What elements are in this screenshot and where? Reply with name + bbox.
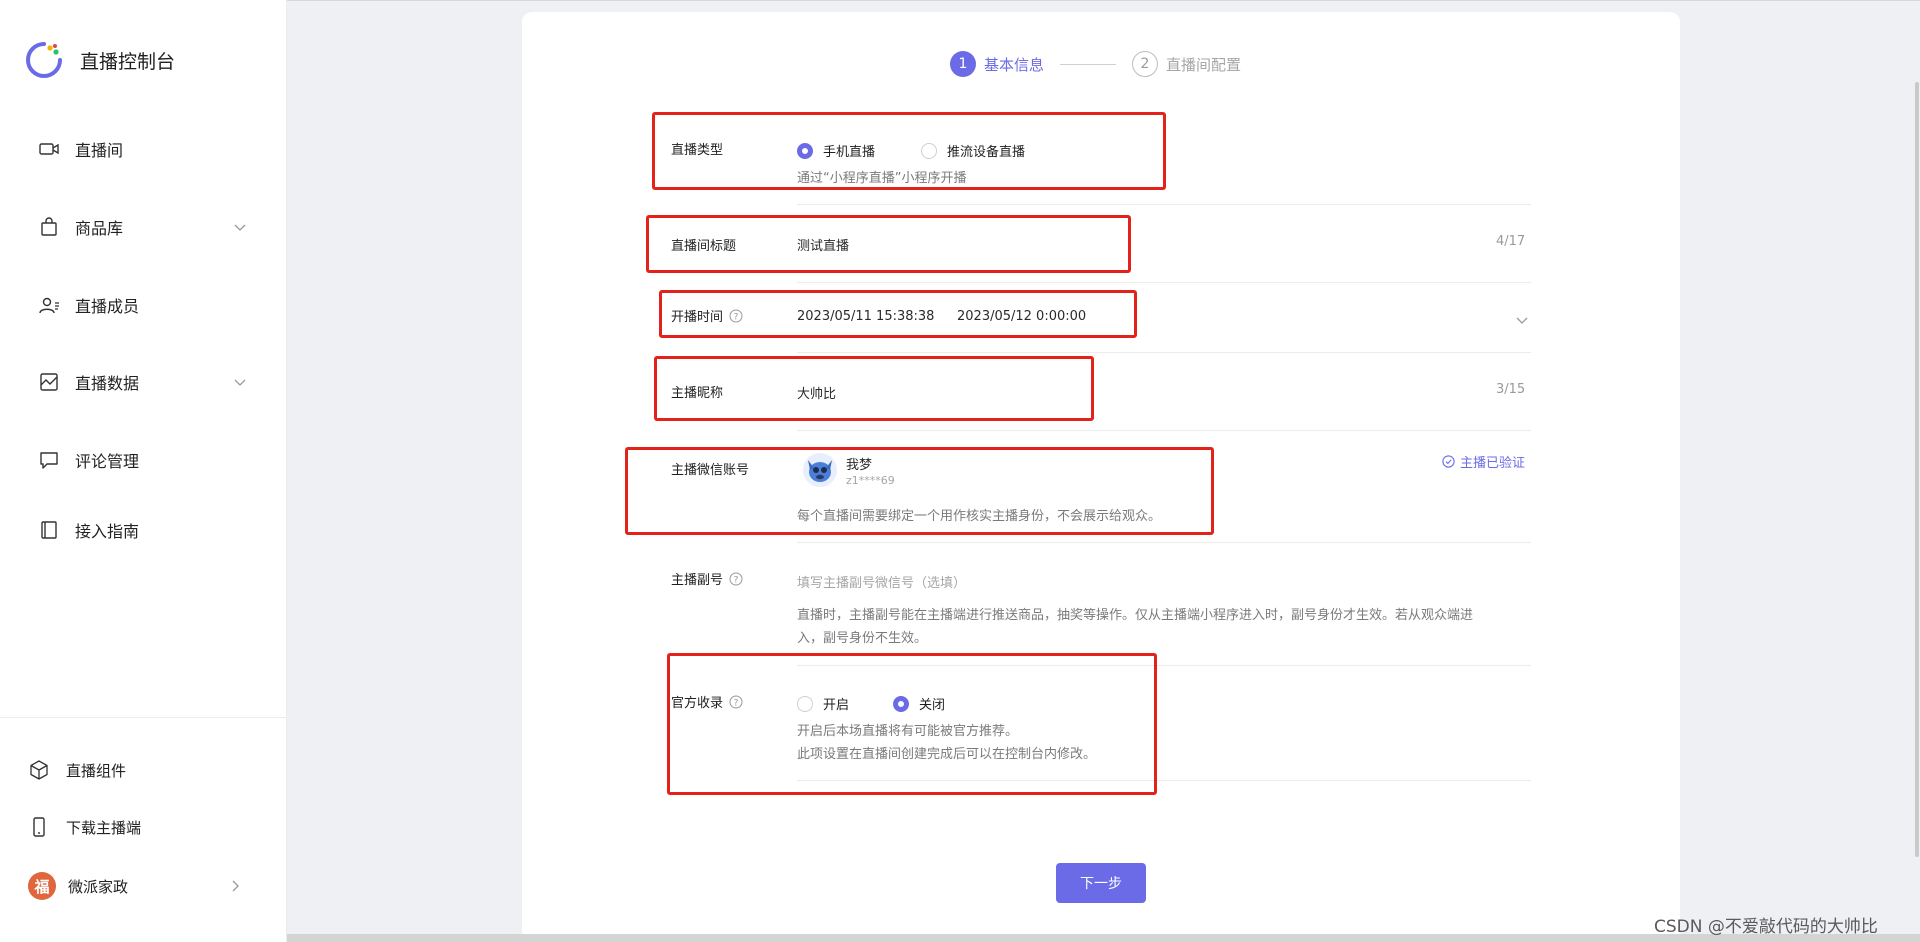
nav-item-label: 接入指南: [75, 522, 140, 541]
svg-text:?: ?: [734, 575, 739, 585]
brand-logo-icon: [26, 42, 62, 78]
nav-item-members[interactable]: 直播成员: [38, 290, 248, 320]
nickname-counter: 3/15: [1496, 382, 1526, 397]
chevron-right-icon[interactable]: [227, 878, 243, 894]
deputy-label: 主播副号 ?: [671, 569, 743, 588]
vertical-scrollbar[interactable]: [1915, 82, 1919, 857]
watermark: CSDN @不爱敲代码的大帅比: [1654, 917, 1878, 937]
nav-item-label: 商品库: [75, 219, 124, 238]
step-1-label: 基本信息: [984, 55, 1045, 74]
verified-label: 主播已验证: [1460, 456, 1526, 471]
phone-icon: [28, 816, 50, 838]
help-icon[interactable]: ?: [729, 572, 743, 586]
highlight-box-wechat: [625, 447, 1214, 535]
step-1-number: 1: [950, 51, 976, 77]
row-divider: [797, 430, 1531, 431]
step-connector: [1060, 63, 1117, 65]
account-name: 微派家政: [68, 877, 129, 896]
chevron-down-icon[interactable]: [232, 219, 248, 235]
brand-title: 直播控制台: [80, 50, 176, 73]
verified-badge: 主播已验证: [1442, 452, 1525, 471]
footer-item-label: 下载主播端: [66, 818, 142, 837]
chart-icon: [38, 371, 60, 393]
sidebar: 直播控制台 直播间 商品库 直播成员 直播数据 评论管理 接入指南 直播组件 下…: [0, 0, 287, 942]
book-icon: [38, 519, 60, 541]
deputy-label-text: 主播副号: [671, 573, 724, 588]
nav-item-products[interactable]: 商品库: [38, 212, 248, 242]
highlight-box-official: [667, 653, 1157, 795]
video-camera-icon: [38, 138, 60, 160]
deputy-input[interactable]: 填写主播副号微信号（选填）: [797, 572, 1437, 592]
footer-item-components[interactable]: 直播组件: [28, 755, 243, 785]
step-2-number: 2: [1132, 51, 1159, 77]
highlight-box-live-type: [652, 112, 1166, 190]
deputy-hint-line1: 直播时，主播副号能在主播端进行推送商品，抽奖等操作。仅从主播端小程序进入时，副号…: [797, 608, 1474, 623]
nav-item-label: 评论管理: [75, 452, 140, 471]
shopping-bag-icon: [38, 216, 60, 238]
footer-item-download[interactable]: 下载主播端: [28, 812, 243, 842]
nav-item-live-room[interactable]: 直播间: [38, 134, 248, 164]
title-counter: 4/17: [1496, 234, 1526, 249]
footer-item-label: 直播组件: [66, 761, 127, 780]
chevron-down-icon[interactable]: [1514, 312, 1530, 328]
highlight-box-nickname: [654, 356, 1094, 421]
top-border: [0, 0, 1920, 1]
nav-item-data[interactable]: 直播数据: [38, 367, 248, 397]
row-divider: [797, 204, 1531, 205]
next-step-button[interactable]: 下一步: [1056, 863, 1146, 903]
chevron-down-icon[interactable]: [232, 374, 248, 390]
sidebar-divider: [0, 717, 287, 718]
footer-item-account[interactable]: 福 微派家政: [28, 871, 243, 901]
nav-item-label: 直播数据: [75, 374, 140, 393]
comment-icon: [38, 449, 60, 471]
step-2-label: 直播间配置: [1166, 55, 1242, 74]
nav-item-comments[interactable]: 评论管理: [38, 445, 248, 475]
nav-item-label: 直播间: [75, 141, 124, 160]
step-indicator: 1 基本信息 2 直播间配置: [950, 51, 1241, 77]
check-circle-icon: [1442, 455, 1455, 468]
deputy-hint-line2: 入，副号身份不生效。: [797, 631, 928, 646]
cube-icon: [28, 759, 50, 781]
row-divider: [797, 352, 1531, 353]
row-divider: [797, 542, 1531, 543]
highlight-box-title: [646, 215, 1131, 273]
row-divider: [797, 282, 1531, 283]
nav-item-guide[interactable]: 接入指南: [38, 515, 248, 545]
highlight-box-time: [659, 290, 1137, 338]
account-avatar: 福: [28, 872, 56, 900]
nav-item-label: 直播成员: [75, 297, 140, 316]
brand: 直播控制台: [24, 40, 175, 80]
user-list-icon: [38, 294, 60, 316]
